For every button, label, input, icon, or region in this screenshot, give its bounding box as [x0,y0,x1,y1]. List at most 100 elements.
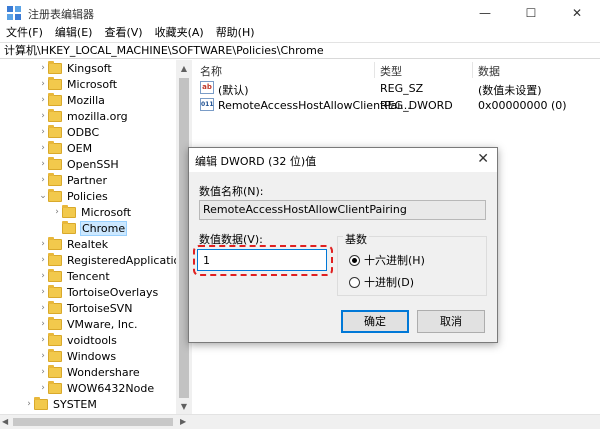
tree-item-policies[interactable]: ⌄ Policies [38,188,108,204]
chevron-right-icon[interactable]: › [38,124,48,140]
tree-item[interactable]: › Tencent [38,268,110,284]
value-type: REG_DWORD [380,99,453,112]
scroll-right-icon[interactable]: ▶ [180,417,186,426]
scroll-left-icon[interactable]: ◀ [2,417,8,426]
chevron-right-icon[interactable]: › [38,300,48,316]
folder-icon [48,156,62,170]
tree-item[interactable]: › Wondershare [38,364,140,380]
tree-item[interactable]: › TortoiseSVN [38,300,132,316]
tree-item[interactable]: › Microsoft [52,204,131,220]
chevron-right-icon[interactable]: › [24,396,34,412]
column-divider[interactable] [472,62,473,78]
chevron-right-icon[interactable]: › [52,204,62,220]
chevron-down-icon[interactable]: ⌄ [38,188,48,204]
chevron-right-icon[interactable]: › [38,108,48,124]
folder-icon [48,332,62,346]
menu-edit[interactable]: 编辑(E) [49,26,99,42]
ok-button[interactable]: 确定 [341,310,409,333]
chevron-right-icon[interactable]: › [38,252,48,268]
value-row[interactable]: ab (默认) REG_SZ (数值未设置) [194,80,600,97]
folder-icon [48,364,62,378]
chevron-right-icon[interactable]: › [38,364,48,380]
menu-file[interactable]: 文件(F) [0,26,49,42]
tree-item[interactable]: › WOW6432Node [38,380,154,396]
column-header-type[interactable]: 类型 [380,63,402,79]
value-name: (默认) [218,84,249,97]
minimize-button[interactable]: — [462,0,508,26]
tree-item-chrome[interactable]: Chrome [52,220,128,236]
menu-view[interactable]: 查看(V) [98,26,148,42]
radio-selected-icon[interactable] [349,254,360,266]
tree-item[interactable]: › voidtools [38,332,117,348]
radio-unselected-icon[interactable] [349,276,360,288]
tree-item[interactable]: › Microsoft [38,76,117,92]
maximize-button[interactable]: ☐ [508,0,554,26]
folder-icon [62,220,76,234]
folder-icon [48,172,62,186]
tree-item[interactable]: › Kingsoft [38,60,112,76]
edit-dword-dialog: 编辑 DWORD (32 位)值 ✕ 数值名称(N): RemoteAccess… [188,147,498,343]
close-button[interactable]: ✕ [554,0,600,26]
hscroll-thumb[interactable] [13,418,173,426]
tree-item[interactable]: › Windows [38,348,116,364]
tree-item[interactable]: › OEM [38,140,92,156]
radio-hex[interactable]: 十六进制(H) [349,252,425,268]
folder-icon [48,300,62,314]
tree-item[interactable]: › VMware, Inc. [38,316,138,332]
chevron-right-icon[interactable]: › [38,236,48,252]
horizontal-scrollbar[interactable]: ◀ ▶ [0,414,600,429]
chevron-right-icon[interactable]: › [38,60,48,76]
chevron-right-icon[interactable]: › [38,316,48,332]
value-data: (数值未设置) [478,84,542,97]
column-divider[interactable] [374,62,375,78]
folder-icon [48,60,62,74]
value-data-input[interactable] [197,249,327,271]
folder-icon [48,92,62,106]
chevron-right-icon[interactable]: › [38,380,48,396]
dialog-close-icon[interactable]: ✕ [477,151,489,167]
chevron-right-icon[interactable]: › [38,284,48,300]
menu-help[interactable]: 帮助(H) [210,26,261,42]
chevron-right-icon[interactable]: › [38,348,48,364]
chevron-right-icon[interactable]: › [38,268,48,284]
chevron-right-icon[interactable]: › [38,140,48,156]
registry-tree: › Kingsoft › Microsoft › Mozilla › mozilla.o… [0,60,192,414]
binary-value-icon: 011 [200,98,214,111]
tree-item[interactable]: › RegisteredApplication [38,252,187,268]
window-title: 注册表编辑器 [28,8,94,21]
value-name-label: 数值名称(N): [199,185,264,198]
folder-icon [48,316,62,330]
tree-item[interactable]: › Mozilla [38,92,105,108]
folder-icon [48,348,62,362]
value-name-field: RemoteAccessHostAllowClientPairing [199,200,486,220]
chevron-right-icon[interactable]: › [38,92,48,108]
folder-icon [48,124,62,138]
address-bar[interactable]: 计算机\HKEY_LOCAL_MACHINE\SOFTWARE\Policies… [0,42,600,59]
tree-item[interactable]: › Partner [38,172,107,188]
value-row[interactable]: 011 RemoteAccessHostAllowClientPai... RE… [194,97,600,114]
tree-item[interactable]: › TortoiseOverlays [38,284,158,300]
menu-favorites[interactable]: 收藏夹(A) [149,26,210,42]
dialog-title-bar: 编辑 DWORD (32 位)值 ✕ [189,148,497,172]
cancel-button[interactable]: 取消 [417,310,485,333]
tree-item[interactable]: › OpenSSH [38,156,119,172]
folder-icon [48,108,62,122]
tree-item[interactable]: › mozilla.org [38,108,128,124]
chevron-right-icon[interactable]: › [38,156,48,172]
column-header-name[interactable]: 名称 [200,63,222,79]
tree-item[interactable]: › ODBC [38,124,99,140]
scroll-down-icon[interactable]: ▼ [176,398,192,414]
column-header-data[interactable]: 数据 [478,63,500,79]
title-bar: 注册表编辑器 — ☐ ✕ [0,0,600,26]
radio-dec[interactable]: 十进制(D) [349,274,414,290]
chevron-right-icon[interactable]: › [38,76,48,92]
tree-item[interactable]: › SYSTEM [24,396,97,412]
chevron-right-icon[interactable]: › [38,332,48,348]
tree-item[interactable]: › Realtek [38,236,108,252]
folder-icon [48,284,62,298]
scroll-up-icon[interactable]: ▲ [176,60,192,76]
folder-icon [48,268,62,282]
values-list-header: 名称 类型 数据 [194,60,600,80]
chevron-right-icon[interactable]: › [38,172,48,188]
base-label: 基数 [343,231,369,247]
